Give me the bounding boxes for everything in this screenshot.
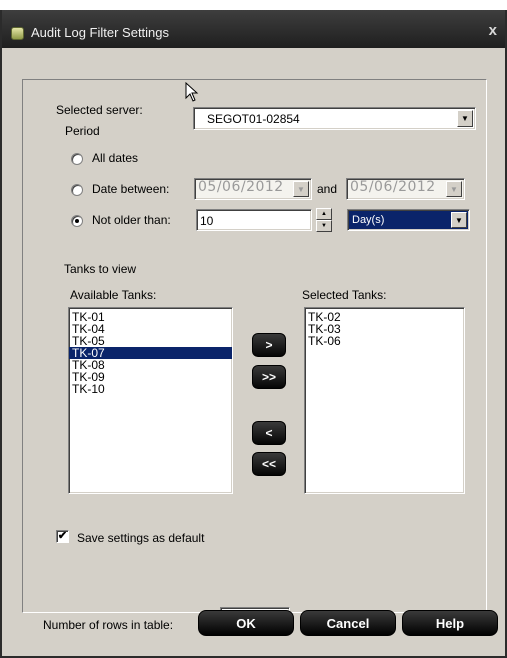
server-label: Selected server: (56, 103, 143, 117)
all-dates-radio[interactable] (71, 153, 83, 165)
add-tank-button[interactable]: > (252, 333, 286, 357)
chevron-down-icon[interactable]: ▼ (457, 110, 473, 127)
mouse-pointer-icon (185, 82, 199, 102)
not-older-input[interactable]: 10 (196, 209, 312, 231)
all-dates-label: All dates (92, 151, 139, 165)
date-to-picker[interactable]: 05/06/2012 ▼ (346, 178, 465, 200)
title-bar[interactable]: Audit Log Filter Settings x (2, 10, 505, 48)
save-default-checkbox[interactable]: ✔ (56, 530, 69, 543)
period-unit-combobox[interactable]: Day(s) ▼ (347, 209, 470, 231)
spin-down-icon[interactable]: ▼ (316, 220, 332, 232)
ok-button[interactable]: OK (198, 610, 294, 636)
period-group-label: Period (65, 124, 100, 138)
and-label: and (317, 182, 338, 196)
save-default-label: Save settings as default (77, 531, 205, 545)
chevron-down-icon[interactable]: ▼ (451, 212, 467, 228)
dialog-window: Audit Log Filter Settings x Selected ser… (0, 10, 507, 658)
chevron-down-icon[interactable]: ▼ (446, 181, 462, 197)
spin-up-icon[interactable]: ▲ (316, 208, 332, 220)
date-between-label: Date between: (92, 182, 170, 196)
help-button[interactable]: Help (402, 610, 498, 636)
settings-panel: Selected server: SEGOT01-02854 ▼ Period … (22, 79, 487, 613)
list-item[interactable]: TK-10 (69, 383, 232, 395)
not-older-value: 10 (200, 214, 214, 228)
available-tanks-list[interactable]: TK-01 TK-04 TK-05 TK-07 TK-08 TK-09 TK-10 (68, 307, 233, 494)
app-icon (11, 27, 24, 40)
close-icon[interactable]: x (489, 22, 497, 39)
not-older-label: Not older than: (92, 213, 171, 227)
server-combobox[interactable]: SEGOT01-02854 ▼ (193, 107, 476, 130)
available-tanks-label: Available Tanks: (70, 288, 157, 302)
date-from-picker[interactable]: 05/06/2012 ▼ (194, 178, 312, 200)
not-older-radio[interactable] (71, 215, 83, 227)
remove-all-tanks-button[interactable]: << (252, 452, 286, 476)
window-title: Audit Log Filter Settings (31, 25, 170, 40)
chevron-down-icon[interactable]: ▼ (293, 181, 309, 197)
selected-tanks-label: Selected Tanks: (302, 288, 387, 302)
server-value: SEGOT01-02854 (207, 112, 300, 126)
period-unit-value: Day(s) (352, 214, 385, 226)
tanks-group-label: Tanks to view (64, 262, 137, 276)
date-between-radio[interactable] (71, 184, 83, 196)
cancel-button[interactable]: Cancel (300, 610, 396, 636)
not-older-spinner[interactable]: ▲ ▼ (316, 208, 332, 232)
date-to-value: 05/06/2012 (350, 179, 436, 195)
list-item[interactable]: TK-06 (305, 335, 464, 347)
selected-tanks-list[interactable]: TK-02 TK-03 TK-06 (304, 307, 465, 494)
dialog-content: Selected server: SEGOT01-02854 ▼ Period … (11, 48, 497, 644)
date-from-value: 05/06/2012 (198, 179, 284, 195)
remove-tank-button[interactable]: < (252, 421, 286, 445)
add-all-tanks-button[interactable]: >> (252, 365, 286, 389)
rows-label: Number of rows in table: (43, 618, 174, 632)
